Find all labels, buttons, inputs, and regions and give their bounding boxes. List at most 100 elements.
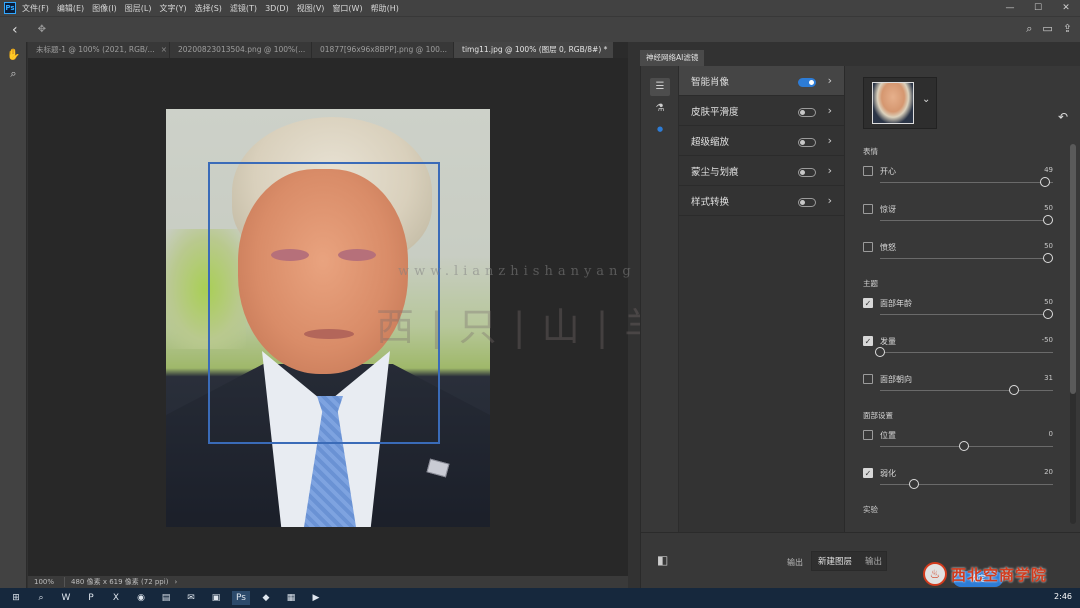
menu-3d[interactable]: 3D(D) — [265, 4, 289, 13]
player-icon[interactable]: ▶ — [307, 591, 325, 605]
windows-icon[interactable]: ⊞ — [7, 591, 25, 605]
slider-checkbox[interactable] — [863, 374, 873, 384]
slider-knob[interactable] — [1009, 385, 1020, 395]
folder-icon[interactable]: ▤ — [157, 591, 175, 605]
slider-checkbox[interactable]: ✓ — [863, 468, 873, 478]
chevron-right-icon[interactable]: › — [828, 134, 832, 147]
slider-anger[interactable]: 愤怒 50 — [863, 242, 1053, 282]
photoshop-icon[interactable]: Ps — [232, 591, 250, 605]
slider-knob[interactable] — [1043, 309, 1053, 319]
filter-toggle[interactable] — [798, 138, 816, 147]
slider-checkbox[interactable]: ✓ — [863, 298, 873, 308]
slider-knob[interactable] — [1039, 177, 1050, 187]
zoom-level[interactable]: 100% — [34, 578, 54, 586]
slider-track[interactable] — [880, 215, 1053, 225]
chevron-right-icon[interactable]: › — [174, 578, 177, 586]
tab-doc-1[interactable]: 未标题-1 @ 100% (2021, RGB/... × — [28, 42, 170, 58]
filter-smart-portrait[interactable]: 智能肖像 › — [679, 66, 844, 96]
hand-icon[interactable]: ✋ — [0, 48, 27, 61]
slider-checkbox[interactable] — [863, 242, 873, 252]
filter-toggle[interactable] — [798, 198, 816, 207]
search-icon[interactable]: ⌕ — [32, 591, 50, 605]
slider-track[interactable] — [880, 177, 1053, 187]
minimize-button[interactable]: — — [996, 0, 1024, 16]
slider-head-direction[interactable]: 面部朝向 31 — [863, 374, 1053, 414]
tab-doc-3[interactable]: 01877[96x96x8BPP].png @ 100...× — [312, 42, 454, 58]
slider-track[interactable] — [875, 347, 1053, 357]
chevron-left-icon[interactable]: ‹ — [12, 22, 18, 38]
menu-type[interactable]: 文字(Y) — [159, 3, 186, 14]
close-button[interactable]: ✕ — [1052, 0, 1080, 16]
tab-doc-4[interactable]: timg11.jpg @ 100% (图层 0, RGB/8#) * × — [454, 42, 614, 58]
slider-track[interactable] — [880, 309, 1053, 319]
sliders-icon[interactable]: ☰ — [650, 78, 670, 96]
mail-icon[interactable]: ✉ — [182, 591, 200, 605]
reset-icon[interactable]: ↶ — [1058, 110, 1068, 124]
filter-dust-scratches[interactable]: 蒙尘与划痕 › — [679, 156, 844, 186]
menu-image[interactable]: 图像(I) — [92, 3, 117, 14]
slider-knob[interactable] — [959, 441, 969, 451]
excel-icon[interactable]: X — [107, 591, 125, 605]
workspace-icon[interactable]: ▭ — [1042, 22, 1052, 36]
chrome-icon[interactable]: ◉ — [132, 591, 150, 605]
chevron-right-icon[interactable]: › — [828, 194, 832, 207]
search-icon[interactable]: ⌕ — [1026, 22, 1032, 36]
slider-track[interactable] — [880, 479, 1053, 489]
slider-surprise[interactable]: 惊讶 50 — [863, 204, 1053, 244]
chevron-down-icon[interactable]: ⌄ — [922, 94, 930, 105]
slider-face-age[interactable]: ✓ 面部年龄 50 — [863, 298, 1053, 338]
menu-edit[interactable]: 编辑(E) — [57, 3, 84, 14]
filter-style-transfer[interactable]: 样式转换 › — [679, 186, 844, 216]
chevron-right-icon[interactable]: › — [828, 164, 832, 177]
filter-toggle[interactable] — [798, 168, 816, 177]
slider-weaken[interactable]: ✓ 弱化 20 — [863, 468, 1053, 508]
calculator-icon[interactable]: ▦ — [282, 591, 300, 605]
ppt-icon[interactable]: P — [82, 591, 100, 605]
word-icon[interactable]: W — [57, 591, 75, 605]
scrollbar-thumb[interactable] — [1070, 144, 1076, 394]
slider-hair-thickness[interactable]: ✓ 发量 -50 — [863, 336, 1053, 376]
menu-filter[interactable]: 滤镜(T) — [230, 3, 257, 14]
menu-view[interactable]: 视图(V) — [297, 3, 325, 14]
clock[interactable]: 2:46 — [1054, 592, 1072, 601]
canvas-area[interactable]: www.lianzhishanyang 西|只|山|羊 — [28, 58, 662, 576]
menu-window[interactable]: 窗口(W) — [332, 3, 362, 14]
slider-knob[interactable] — [1043, 253, 1053, 263]
filter-super-zoom[interactable]: 超级缩放 › — [679, 126, 844, 156]
menu-help[interactable]: 帮助(H) — [371, 3, 399, 14]
output-select[interactable]: 新建图层 输出 — [811, 551, 887, 571]
zoom-icon[interactable]: ⌕ — [0, 67, 27, 81]
slider-checkbox[interactable] — [863, 204, 873, 214]
slider-position[interactable]: 位置 0 — [863, 430, 1053, 470]
maximize-button[interactable]: ☐ — [1024, 0, 1052, 16]
slider-checkbox[interactable] — [863, 430, 873, 440]
neural-filters-tab[interactable]: 神经网络AI滤镜 — [640, 50, 705, 66]
flask-icon[interactable]: ⚗ — [650, 100, 670, 118]
slider-knob[interactable] — [1043, 215, 1053, 225]
menu-layer[interactable]: 图层(L) — [125, 3, 152, 14]
slider-track[interactable] — [880, 385, 1053, 395]
close-icon[interactable]: × — [613, 45, 614, 54]
menu-file[interactable]: 文件(F) — [22, 3, 49, 14]
vpn-icon[interactable]: ◆ — [257, 591, 275, 605]
share-icon[interactable]: ⇪ — [1063, 22, 1072, 36]
filter-skin-smoothing[interactable]: 皮肤平滑度 › — [679, 96, 844, 126]
close-icon[interactable]: × — [161, 45, 167, 54]
desktop-icon[interactable]: ▣ — [207, 591, 225, 605]
slider-track[interactable] — [880, 441, 1053, 451]
slider-knob[interactable] — [875, 347, 885, 357]
filter-toggle[interactable] — [798, 78, 816, 87]
move-tool-icon[interactable]: ✥ — [38, 24, 46, 35]
chevron-right-icon[interactable]: › — [828, 104, 832, 117]
slider-knob[interactable] — [908, 479, 919, 489]
preview-toggle-icon[interactable]: ◧ — [657, 553, 668, 567]
menu-select[interactable]: 选择(S) — [195, 3, 222, 14]
scrollbar[interactable] — [1070, 144, 1076, 524]
filter-toggle[interactable] — [798, 108, 816, 117]
face-selector[interactable]: ⌄ — [863, 77, 937, 129]
chevron-right-icon[interactable]: › — [828, 74, 832, 87]
slider-track[interactable] — [880, 253, 1053, 263]
slider-checkbox[interactable]: ✓ — [863, 336, 873, 346]
slider-checkbox[interactable] — [863, 166, 873, 176]
slider-happiness[interactable]: 开心 49 — [863, 166, 1053, 206]
